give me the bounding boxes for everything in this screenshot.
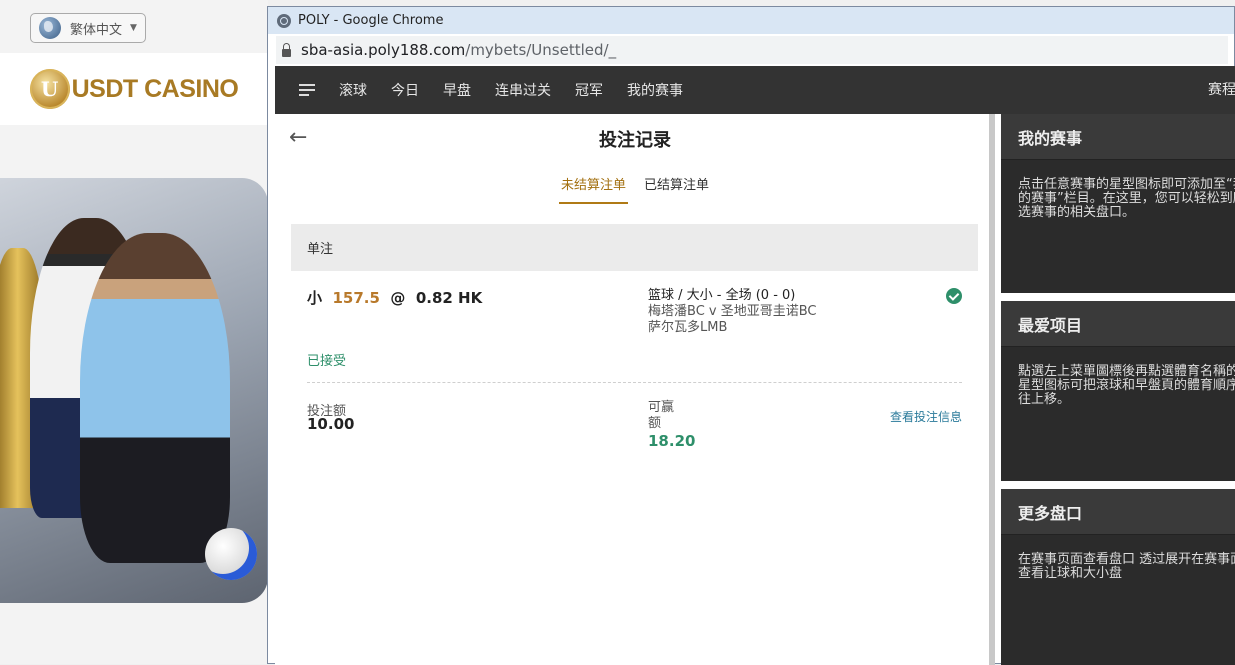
section-title: 单注 (307, 242, 334, 257)
bet-selection: 小 157.5 @ 0.82 HK (307, 287, 482, 308)
lock-icon[interactable] (282, 42, 291, 57)
card-title: 更多盘口 (1018, 503, 1083, 523)
card-body: 在赛事页面查看盘口 透过展开在赛事面查看让球和大小盘 (1018, 552, 1235, 581)
caret-down-icon: ▼ (130, 23, 137, 33)
url-text[interactable]: sba-asia.poly188.com/mybets/Unsettled/_ (301, 41, 616, 59)
nav-item-live[interactable]: 滚球 (339, 80, 367, 100)
language-select[interactable]: 繁体中文 ▼ (30, 13, 146, 43)
browser-window: POLY - Google Chrome sba-asia.poly188.co… (267, 6, 1235, 665)
card-header: 更多盘口 (1001, 489, 1235, 535)
menu-icon[interactable] (299, 81, 315, 99)
bet-league: 萨尔瓦多LMB (648, 320, 728, 335)
card-body: 点击任意赛事的星型图标即可添加至“我的赛事”栏目。在这里，您可以轻松到所选赛事的… (1018, 177, 1235, 220)
bet-history-panel: ← 投注记录 未结算注单 已结算注单 单注 小 157.5 @ 0.82 HK … (275, 114, 990, 665)
nav-item-schedule[interactable]: 赛程 (1208, 66, 1235, 114)
tab-settled[interactable]: 已结算注单 (642, 174, 711, 204)
nav-item-today[interactable]: 今日 (391, 80, 419, 100)
card-title: 最爱项目 (1018, 315, 1083, 335)
url-path: /mybets/Unsettled/_ (465, 41, 617, 59)
url-host: sba-asia.poly188.com (301, 41, 466, 59)
nav-item-outright[interactable]: 冠军 (575, 80, 603, 100)
player-figure (80, 233, 230, 563)
divider (307, 382, 962, 383)
nav-item-my-events[interactable]: 我的赛事 (627, 80, 683, 100)
tab-unsettled[interactable]: 未结算注单 (558, 174, 628, 204)
bet-selection-label: 小 (307, 289, 323, 307)
stake-value: 10.00 (307, 415, 355, 433)
card-header: 最爱项目 (1001, 301, 1235, 347)
logo-text: USDT CASINO (71, 74, 239, 103)
background-casino-site: 繁体中文 ▼ U USDT CASINO (0, 0, 268, 664)
section-header: 单注 (291, 224, 978, 271)
check-circle-icon (946, 288, 962, 304)
win-label: 可赢额 (648, 400, 675, 431)
hero-banner-image[interactable] (0, 178, 268, 603)
nav-item-early[interactable]: 早盘 (443, 80, 471, 100)
bet-match: 梅塔潘BC v 圣地亚哥圭诺BC (648, 304, 817, 319)
scrollbar[interactable] (989, 114, 995, 665)
site-favicon-icon (277, 13, 291, 28)
info-card-my-events: 我的赛事 点击任意赛事的星型图标即可添加至“我的赛事”栏目。在这里，您可以轻松到… (1001, 114, 1235, 293)
card-header: 我的赛事 (1001, 114, 1235, 160)
globe-icon (39, 17, 61, 39)
bet-market-info: 篮球 / 大小 - 全场 (0 - 0) 梅塔潘BC v 圣地亚哥圭诺BC 萨尔… (648, 288, 817, 336)
card-title: 我的赛事 (1018, 128, 1083, 148)
casino-logo[interactable]: U USDT CASINO (0, 53, 268, 125)
bet-at-symbol: @ (390, 289, 406, 307)
football-icon (205, 528, 257, 580)
page-title: 投注记录 (599, 130, 671, 151)
info-sidebar: 我的赛事 点击任意赛事的星型图标即可添加至“我的赛事”栏目。在这里，您可以轻松到… (1001, 114, 1235, 665)
bet-market: 篮球 / 大小 - 全场 (0 - 0) (648, 288, 796, 303)
address-bar[interactable]: sba-asia.poly188.com/mybets/Unsettled/_ (276, 36, 1228, 64)
window-titlebar[interactable]: POLY - Google Chrome (268, 7, 1234, 34)
status-badge: 已接受 (307, 354, 347, 369)
nav-item-parlay[interactable]: 连串过关 (495, 80, 551, 100)
sports-nav: 滚球 今日 早盘 连串过关 冠军 我的赛事 赛程 (275, 66, 1235, 114)
window-title: POLY - Google Chrome (298, 13, 444, 28)
win-value: 18.20 (648, 432, 696, 450)
bet-odds: 0.82 HK (415, 289, 483, 307)
view-bet-details-link[interactable]: 查看投注信息 (890, 408, 962, 425)
card-body: 點選左上菜單圖標後再點選體育名稱的星型图标可把滾球和早盤頁的體育順序往上移。 (1018, 364, 1235, 407)
logo-coin-icon: U (29, 69, 70, 109)
info-card-favorites: 最爱项目 點選左上菜單圖標後再點選體育名稱的星型图标可把滾球和早盤頁的體育順序往… (1001, 301, 1235, 481)
info-card-more-markets: 更多盘口 在赛事页面查看盘口 透过展开在赛事面查看让球和大小盘 (1001, 489, 1235, 665)
language-label: 繁体中文 (70, 22, 123, 38)
bet-tabs: 未结算注单 已结算注单 (275, 174, 995, 204)
bet-line: 157.5 (332, 289, 380, 307)
